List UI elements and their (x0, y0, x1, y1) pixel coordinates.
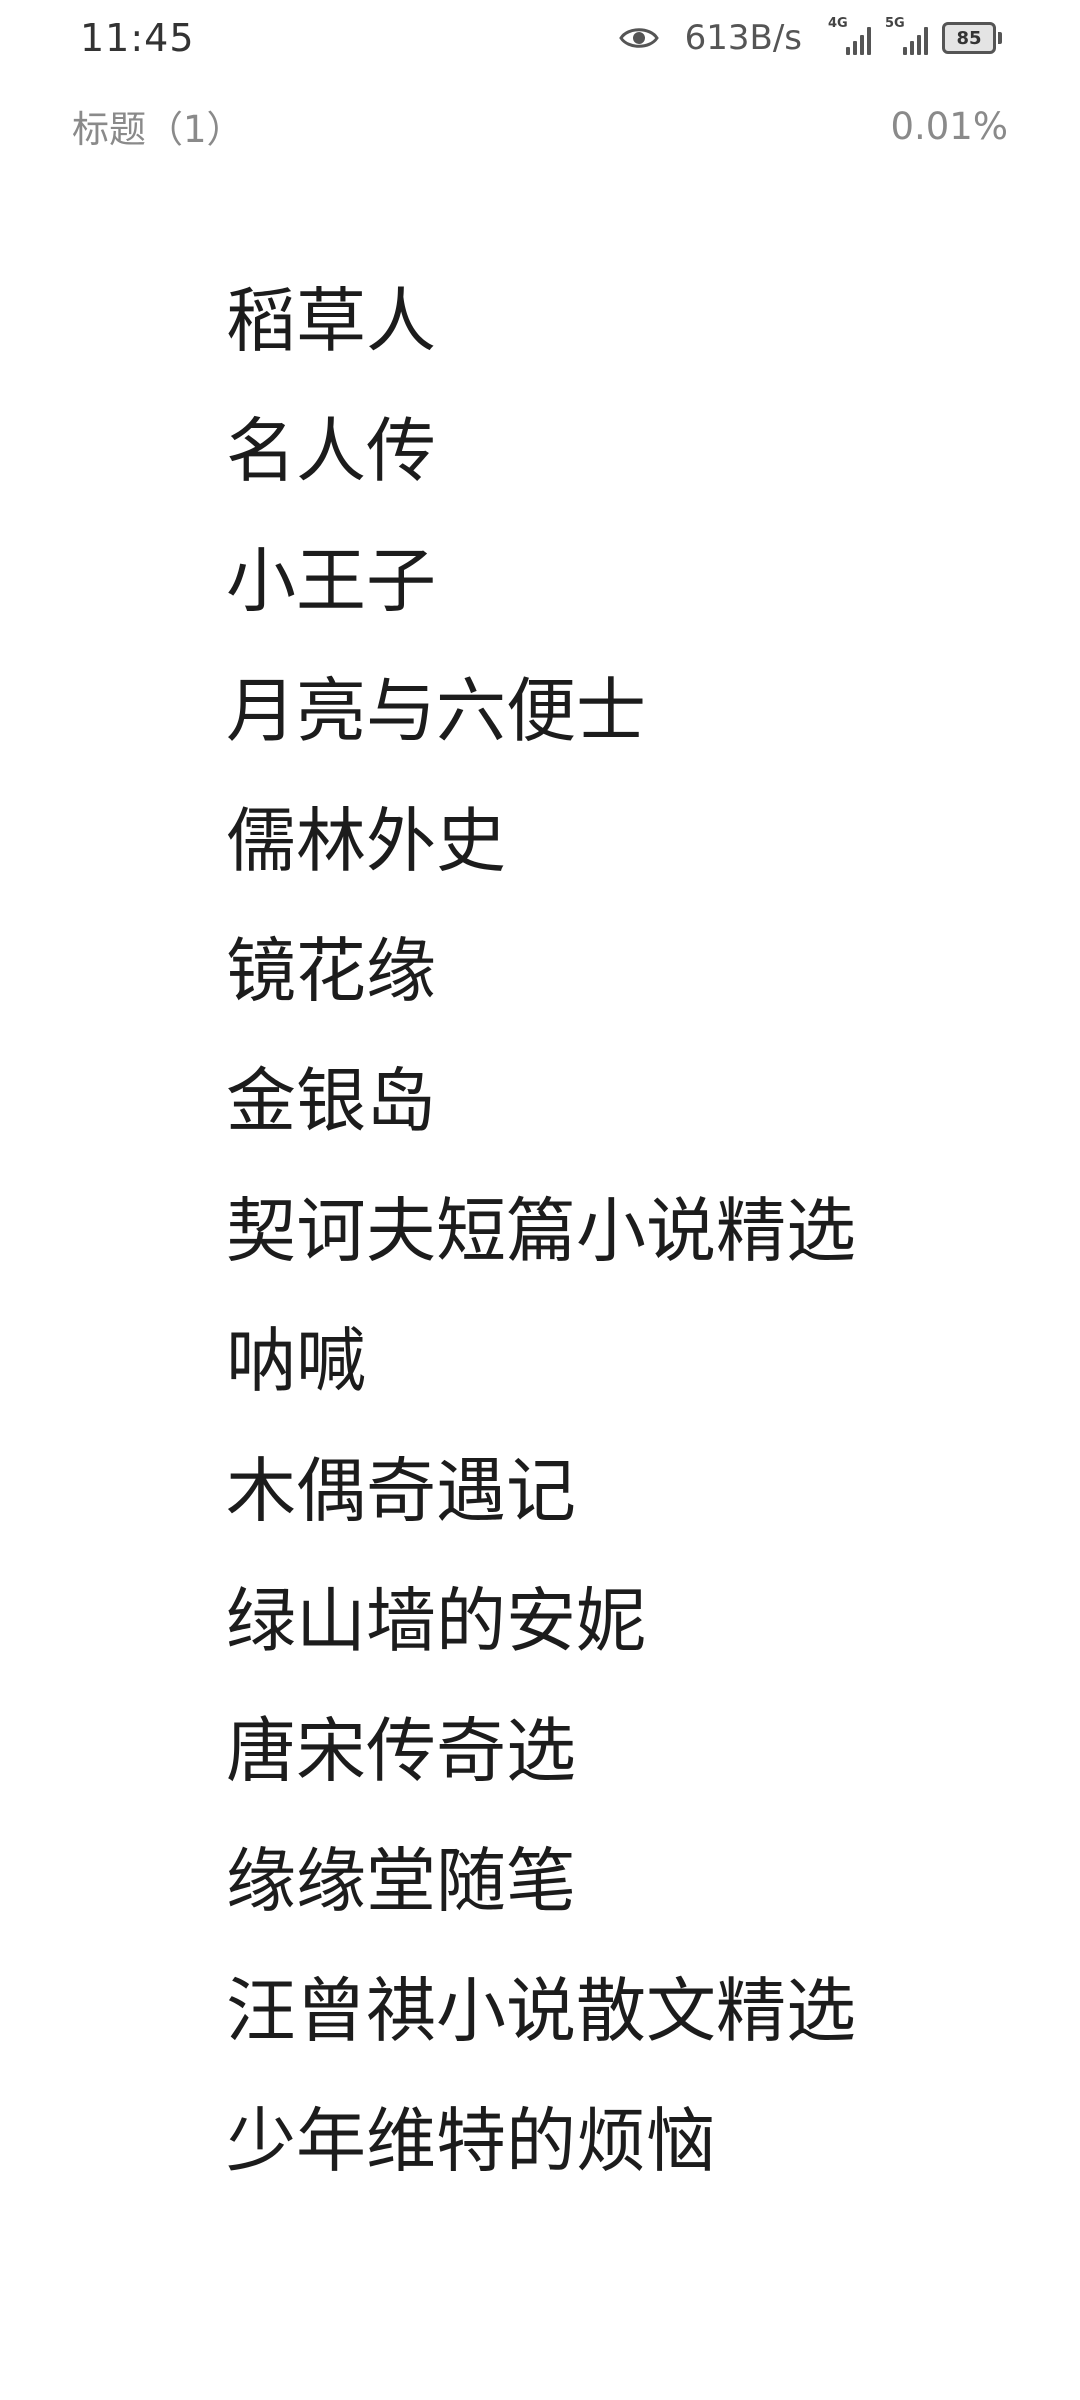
signal-4g-icon: 4G (828, 17, 871, 55)
chapter-item[interactable]: 唐宋传奇选 (226, 1686, 856, 1816)
chapter-item[interactable]: 少年维特的烦恼 (226, 2076, 856, 2206)
chapter-item[interactable]: 稻草人 (226, 256, 856, 386)
chapter-item[interactable]: 月亮与六便士 (226, 646, 856, 776)
page-title: 标题（1） (72, 108, 244, 151)
chapter-item[interactable]: 小王子 (226, 516, 856, 646)
chapter-item[interactable]: 缘缘堂随笔 (226, 1816, 856, 1946)
chapter-item[interactable]: 汪曾祺小说散文精选 (226, 1946, 856, 2076)
chapter-item[interactable]: 契诃夫短篇小说精选 (226, 1166, 856, 1296)
signal-5g-label: 5G (885, 16, 905, 31)
signal-4g-label: 4G (828, 16, 848, 31)
chapter-item[interactable]: 木偶奇遇记 (226, 1426, 856, 1556)
chapter-item[interactable]: 金银岛 (226, 1036, 856, 1166)
status-icons: 613B/s 4G 5G 85 (618, 14, 1002, 62)
chapter-item[interactable]: 儒林外史 (226, 776, 856, 906)
signal-5g-icon: 5G (885, 17, 928, 55)
battery-level: 85 (942, 22, 996, 54)
chapter-list: 稻草人 名人传 小王子 月亮与六便士 儒林外史 镜花缘 金银岛 契诃夫短篇小说精… (226, 256, 856, 2206)
battery-icon: 85 (942, 22, 1002, 54)
chapter-item[interactable]: 名人传 (226, 386, 856, 516)
chapter-item[interactable]: 绿山墙的安妮 (226, 1556, 856, 1686)
reading-progress: 0.01% (890, 104, 1008, 148)
status-time: 11:45 (80, 16, 195, 60)
eye-icon (618, 24, 659, 52)
network-speed: 613B/s (684, 18, 802, 58)
status-bar: 11:45 613B/s 4G 5G 85 (0, 0, 1080, 76)
reader-header: 标题（1） 0.01% (72, 98, 1008, 154)
chapter-item[interactable]: 镜花缘 (226, 906, 856, 1036)
chapter-item[interactable]: 呐喊 (226, 1296, 856, 1426)
